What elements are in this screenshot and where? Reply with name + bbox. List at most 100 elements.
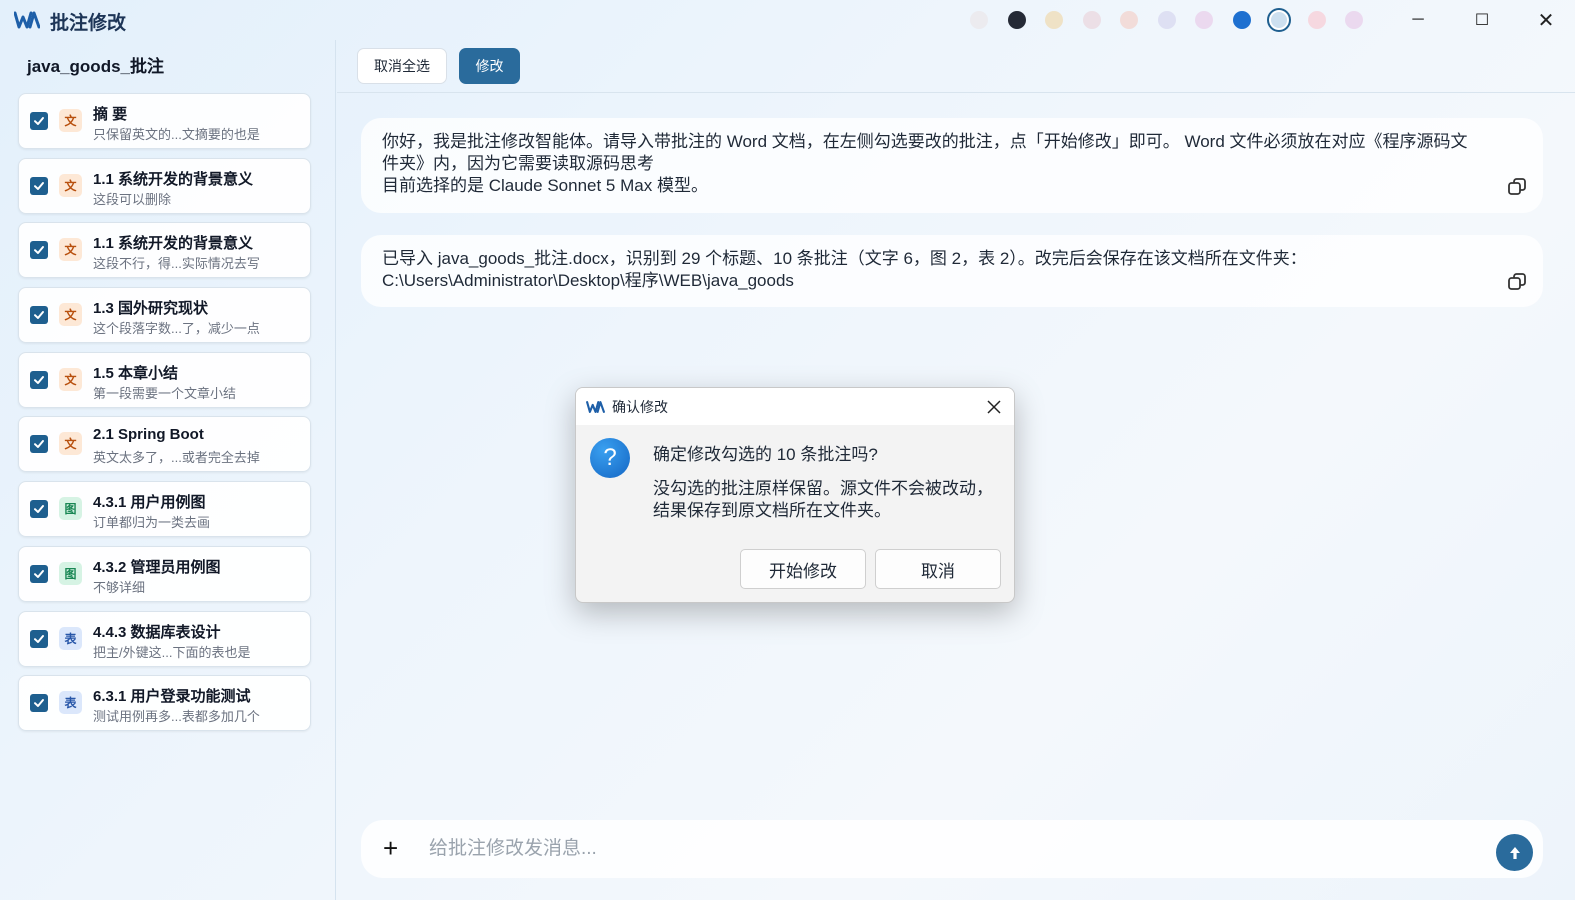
checkmark-icon	[34, 181, 44, 190]
dialog-logo-icon	[586, 401, 605, 413]
question-icon: ?	[590, 438, 630, 478]
theme-swatch[interactable]	[1345, 11, 1363, 29]
comment-text: 把主/外键这...下面的表也是	[93, 644, 251, 660]
message-composer: +	[361, 820, 1543, 878]
theme-swatch[interactable]	[1267, 8, 1291, 32]
comment-text: 测试用例再多...表都多加几个	[93, 709, 260, 725]
theme-swatch[interactable]	[1232, 11, 1251, 29]
checkmark-icon	[34, 117, 44, 125]
comment-heading: 1.5 本章小结	[93, 364, 179, 382]
start-modify-button[interactable]: 开始修改	[740, 549, 866, 589]
checkmark-icon	[34, 440, 44, 449]
message-input[interactable]	[429, 836, 1469, 862]
checkbox[interactable]	[30, 241, 48, 260]
comment-list: 文摘 要只保留英文的...文摘要的也是文 1.1 系统开发的背景意义 这段可以删除文…	[18, 93, 311, 740]
checkmark-icon	[34, 246, 44, 255]
comment-item[interactable]: 文 1.5 本章小结第一段需要一个文章小结	[18, 351, 311, 408]
maximize-button[interactable]: ☐	[1459, 6, 1505, 34]
comment-text: 这段不行，得...实际情况去写	[93, 256, 260, 272]
comment-item[interactable]: 表 4.4.3 数据库表设计把主/外键这...下面的表也是	[18, 610, 311, 667]
comment-item[interactable]: 文 1.3 国外研究现状这个段落字数...了，减少一点	[18, 287, 311, 344]
comment-type-badge: 图	[59, 561, 82, 585]
checkbox[interactable]	[30, 629, 48, 648]
comment-text: 只保留英文的...文摘要的也是	[93, 127, 260, 142]
dialog-title: 确认修改	[612, 399, 668, 415]
comment-text: 第一段需要一个文章小结	[93, 385, 237, 401]
dialog-header: 确认修改	[576, 388, 1014, 425]
sidebar: java_goods_批注 文摘 要只保留英文的...文摘要的也是文 1.1 系统…	[0, 40, 336, 900]
cancel-button[interactable]: 取消	[875, 549, 1001, 589]
comment-type-badge: 图	[59, 497, 82, 521]
attach-plus-icon[interactable]: +	[383, 834, 398, 862]
checkbox[interactable]	[30, 306, 48, 325]
modify-button[interactable]: 修改	[459, 48, 520, 84]
theme-swatch[interactable]	[1307, 11, 1326, 29]
comment-item[interactable]: 文 2.1 Spring Boot 英文太多了，...或者完全去掉	[18, 416, 311, 473]
message-text: 你好，我是批注修改智能体。请导入带批注的 Word 文档，在左侧勾选要改的批注，…	[382, 132, 1468, 195]
checkbox[interactable]	[30, 176, 48, 195]
document-title: java_goods_批注	[27, 57, 164, 76]
dialog-body: 没勾选的批注原样保留。源文件不会被改动， 结果保存到原文档所在文件夹。	[653, 479, 993, 520]
theme-swatch[interactable]	[1007, 11, 1026, 29]
comment-type-badge: 文	[59, 238, 82, 262]
theme-swatch[interactable]	[1082, 11, 1101, 29]
dialog-question: 确定修改勾选的 10 条批注吗?	[653, 445, 878, 464]
checkbox[interactable]	[30, 370, 48, 389]
message-text: 已导入 java_goods_批注.docx，识别到 29 个标题、10 条批注…	[382, 249, 1307, 290]
comment-heading: 摘 要	[93, 106, 128, 123]
comment-item[interactable]: 图 4.3.1 用户用例图 订单都归为一类去画	[18, 481, 311, 538]
send-button[interactable]	[1496, 834, 1533, 871]
checkbox[interactable]	[30, 112, 48, 130]
copy-icon[interactable]	[1507, 272, 1527, 292]
theme-swatch[interactable]	[1045, 11, 1063, 29]
minimize-button[interactable]: ─	[1395, 6, 1441, 34]
theme-swatch[interactable]	[1157, 11, 1176, 29]
comment-text: 订单都归为一类去画	[93, 515, 211, 531]
checkmark-icon	[34, 634, 44, 643]
arrow-up-icon	[1509, 846, 1520, 859]
comment-heading: 1.1 系统开发的背景意义	[93, 235, 254, 253]
theme-swatch[interactable]	[970, 11, 988, 29]
checkbox[interactable]	[30, 435, 48, 454]
comment-text: 这段可以删除	[93, 191, 172, 207]
toolbar-divider	[337, 92, 1575, 93]
comment-item[interactable]: 文 1.1 系统开发的背景意义 这段可以删除	[18, 157, 311, 214]
comment-item[interactable]: 文摘 要只保留英文的...文摘要的也是	[18, 93, 311, 149]
comment-item[interactable]: 文 1.1 系统开发的背景意义 这段不行，得...实际情况去写	[18, 222, 311, 279]
checkmark-icon	[34, 699, 44, 708]
checkmark-icon	[34, 569, 44, 578]
app-logo-icon	[14, 11, 40, 29]
comment-type-badge: 文	[59, 303, 82, 327]
comment-text: 不够详细	[93, 579, 146, 595]
checkmark-icon	[34, 505, 44, 514]
comment-heading: 1.1 系统开发的背景意义	[93, 170, 254, 188]
comment-item[interactable]: 表 6.3.1 用户登录功能测试 测试用例再多...表都多加几个	[18, 675, 311, 732]
theme-swatch[interactable]	[1195, 11, 1213, 29]
copy-icon[interactable]	[1507, 177, 1527, 197]
chat-message: 你好，我是批注修改智能体。请导入带批注的 Word 文档，在左侧勾选要改的批注，…	[361, 118, 1543, 213]
comment-item[interactable]: 图 4.3.2 管理员用例图 不够详细	[18, 545, 311, 602]
comment-text: 这个段落字数...了，减少一点	[93, 321, 260, 337]
comment-type-badge: 表	[59, 626, 82, 650]
checkbox[interactable]	[30, 500, 48, 519]
comment-heading: 4.3.2 管理员用例图	[93, 558, 221, 576]
checkmark-icon	[34, 375, 44, 384]
dialog-close-button[interactable]	[980, 394, 1008, 420]
comment-text: 英文太多了，...或者完全去掉	[93, 450, 260, 466]
checkbox[interactable]	[30, 694, 48, 713]
comment-type-badge: 文	[59, 432, 82, 456]
chat-message: 已导入 java_goods_批注.docx，识别到 29 个标题、10 条批注…	[361, 235, 1543, 307]
app-title: 批注修改	[50, 13, 127, 34]
comment-heading: 1.3 国外研究现状	[93, 300, 209, 318]
comment-type-badge: 文	[59, 109, 82, 132]
comment-type-badge: 文	[59, 367, 82, 391]
close-icon	[987, 400, 1001, 414]
deselect-all-button[interactable]: 取消全选	[357, 48, 447, 84]
checkbox[interactable]	[30, 564, 48, 583]
comment-heading: 6.3.1 用户登录功能测试	[93, 688, 251, 706]
comment-heading: 4.4.3 数据库表设计	[93, 623, 221, 641]
close-button[interactable]: ✕	[1523, 6, 1569, 34]
theme-swatch[interactable]	[1120, 11, 1138, 29]
checkmark-icon	[34, 311, 44, 320]
title-bar: 批注修改 ─ ☐ ✕	[0, 0, 1575, 40]
